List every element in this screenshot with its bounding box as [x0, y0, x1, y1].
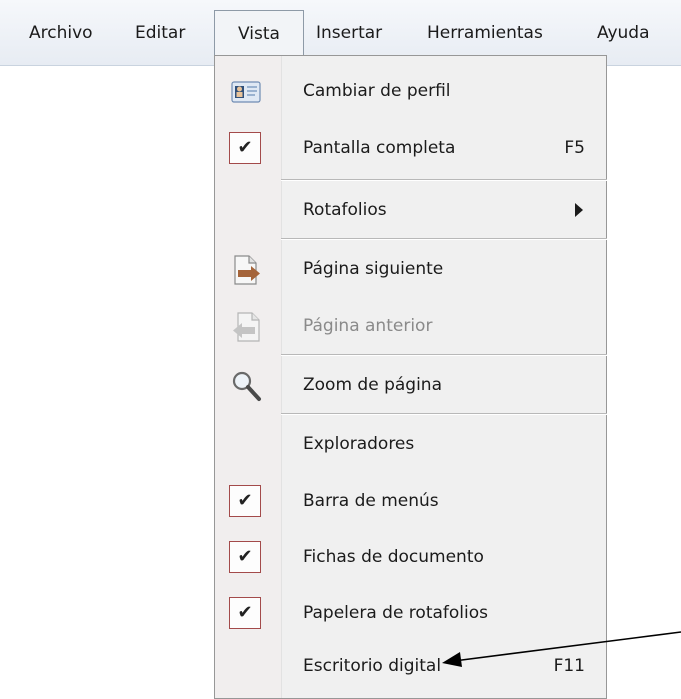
- menu-archivo[interactable]: Archivo: [22, 18, 100, 48]
- menu-insertar[interactable]: Insertar: [309, 18, 389, 48]
- checkmark-icon: ✔: [229, 132, 261, 164]
- callout-arrow-icon: [442, 631, 681, 667]
- menu-item-label: Página anterior: [303, 316, 433, 336]
- menu-item-rotafolios[interactable]: Rotafolios: [215, 182, 607, 239]
- menu-item-exploradores[interactable]: Exploradores: [215, 416, 607, 473]
- menu-item-label: Cambiar de perfil: [303, 81, 451, 101]
- menu-vista[interactable]: Vista: [214, 10, 304, 56]
- menu-separator: [281, 238, 607, 240]
- checkmark-icon: ✔: [229, 541, 261, 573]
- menu-item-pagina-anterior[interactable]: Página anterior: [215, 298, 607, 355]
- menu-item-zoom-pagina[interactable]: Zoom de página: [215, 357, 607, 414]
- menu-item-cambiar-perfil[interactable]: Cambiar de perfil: [215, 63, 607, 120]
- previous-page-icon: [229, 310, 263, 344]
- menu-editar[interactable]: Editar: [128, 18, 192, 48]
- menu-item-label: Rotafolios: [303, 200, 387, 220]
- menu-item-label: Barra de menús: [303, 491, 439, 511]
- checkmark-icon: ✔: [229, 485, 261, 517]
- menu-item-pantalla-completa[interactable]: ✔ Pantalla completa F5: [215, 120, 607, 177]
- menu-item-label: Exploradores: [303, 434, 415, 454]
- menu-separator: [281, 413, 607, 415]
- menu-item-barra-menus[interactable]: ✔ Barra de menús: [215, 473, 607, 530]
- menu-item-pagina-siguiente[interactable]: Página siguiente: [215, 241, 607, 298]
- menu-item-label: Página siguiente: [303, 259, 444, 279]
- vista-dropdown-menu: Cambiar de perfil ✔ Pantalla completa F5…: [214, 55, 607, 699]
- checkmark-icon: ✔: [229, 597, 261, 629]
- menu-item-label: Zoom de página: [303, 375, 442, 395]
- menu-item-label: Escritorio digital: [303, 656, 442, 676]
- profile-card-icon: [229, 75, 263, 109]
- next-page-icon: [229, 253, 263, 287]
- menu-item-fichas-documento[interactable]: ✔ Fichas de documento: [215, 529, 607, 586]
- menu-herramientas[interactable]: Herramientas: [420, 18, 550, 48]
- menu-item-label: Pantalla completa: [303, 138, 456, 158]
- menu-ayuda[interactable]: Ayuda: [590, 18, 657, 48]
- menu-separator: [281, 354, 607, 356]
- submenu-arrow-icon: [575, 203, 583, 217]
- menu-item-label: Fichas de documento: [303, 547, 484, 567]
- magnifier-icon: [229, 369, 263, 403]
- menu-item-shortcut: F5: [564, 138, 585, 158]
- menu-separator: [281, 179, 607, 181]
